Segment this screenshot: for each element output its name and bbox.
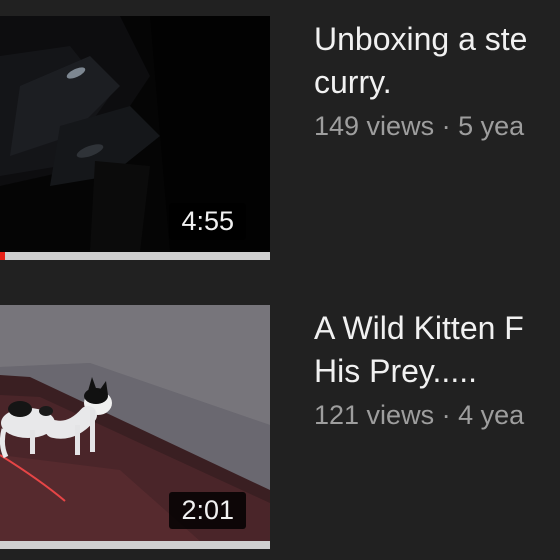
- video-feed: 4:55 Unboxing a ste curry. 149 views · 5…: [0, 0, 560, 560]
- video-title-line: curry.: [314, 64, 392, 100]
- separator-dot: ·: [441, 400, 451, 430]
- upload-age: 5 yea: [458, 111, 525, 141]
- watch-progress-bar: [0, 541, 270, 549]
- video-title-line: Unboxing a ste: [314, 21, 528, 57]
- view-count: 149 views: [314, 111, 435, 141]
- video-thumbnail[interactable]: 4:55: [0, 16, 270, 252]
- watch-progress-fill: [0, 252, 5, 260]
- video-meta[interactable]: A Wild Kitten F His Prey..... 121 views …: [314, 307, 560, 435]
- video-stats: 121 views · 4 yea: [314, 395, 560, 435]
- video-title-line: His Prey.....: [314, 353, 477, 389]
- upload-age: 4 yea: [458, 400, 525, 430]
- view-count: 121 views: [314, 400, 435, 430]
- video-meta[interactable]: Unboxing a ste curry. 149 views · 5 yea: [314, 18, 560, 146]
- video-thumbnail[interactable]: 2:01: [0, 305, 270, 541]
- video-title[interactable]: A Wild Kitten F His Prey.....: [314, 307, 560, 393]
- video-title[interactable]: Unboxing a ste curry.: [314, 18, 560, 104]
- video-duration: 4:55: [169, 203, 246, 240]
- video-duration: 2:01: [169, 492, 246, 529]
- video-title-line: A Wild Kitten F: [314, 310, 524, 346]
- video-stats: 149 views · 5 yea: [314, 106, 560, 146]
- watch-progress-bar: [0, 252, 270, 260]
- video-item[interactable]: 2:01 A Wild Kitten F His Prey..... 121 v…: [0, 305, 560, 560]
- video-item[interactable]: 4:55 Unboxing a ste curry. 149 views · 5…: [0, 16, 560, 272]
- separator-dot: ·: [441, 111, 451, 141]
